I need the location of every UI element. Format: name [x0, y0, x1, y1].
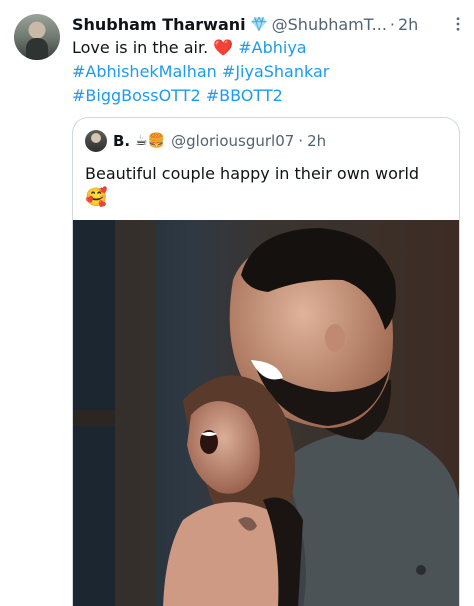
quoted-avatar[interactable]	[85, 130, 107, 152]
quoted-display-name[interactable]: B.	[113, 132, 130, 150]
smiling-hearts-emoji: 🥰	[85, 187, 108, 208]
tweet-header: Shubham Tharwani @ShubhamT... · 2h	[72, 13, 467, 35]
separator-dot: ·	[389, 14, 395, 34]
hashtag-link[interactable]: #AbhishekMalhan #JiyaShankar	[72, 62, 329, 81]
tweet-text-line: #AbhishekMalhan #JiyaShankar	[72, 60, 462, 84]
separator-dot: ·	[298, 132, 304, 150]
avatar[interactable]	[14, 14, 60, 60]
timestamp[interactable]: 2h	[398, 15, 418, 34]
tweet-text-plain: Love is in the air.	[72, 38, 214, 57]
hashtag-abhiya[interactable]: #Abhiya	[233, 38, 306, 57]
hashtag-link[interactable]: #BiggBossOTT2 #BBOTT2	[72, 86, 283, 105]
diamond-badge-icon	[251, 16, 267, 31]
tweet-text: Love is in the air. ❤️ #Abhiya #Abhishek…	[72, 36, 462, 108]
quoted-timestamp[interactable]: 2h	[307, 132, 326, 150]
tweet-text-line: #BiggBossOTT2 #BBOTT2	[72, 84, 462, 108]
quoted-handle[interactable]: @gloriousgurl07	[171, 132, 294, 150]
more-vertical-icon[interactable]	[449, 15, 467, 33]
tweet-text-line: Love is in the air. ❤️ #Abhiya	[72, 36, 462, 60]
quoted-photo[interactable]	[73, 220, 459, 606]
display-name[interactable]: Shubham Tharwani	[72, 15, 246, 34]
name-emojis: ☕🍔	[135, 133, 166, 149]
heart-emoji: ❤️	[213, 38, 234, 57]
quoted-text: Beautiful couple happy in their own worl…	[85, 164, 420, 183]
photo-image	[73, 220, 459, 606]
tweet[interactable]: Shubham Tharwani @ShubhamT... · 2h Love …	[0, 0, 474, 606]
quoted-tweet[interactable]: B. ☕🍔 @gloriousgurl07 · 2h Beautiful cou…	[72, 117, 460, 606]
quoted-tweet-header: B. ☕🍔 @gloriousgurl07 · 2h	[85, 130, 326, 152]
handle[interactable]: @ShubhamT...	[272, 15, 387, 34]
quoted-tweet-text: Beautiful couple happy in their own worl…	[85, 162, 445, 210]
